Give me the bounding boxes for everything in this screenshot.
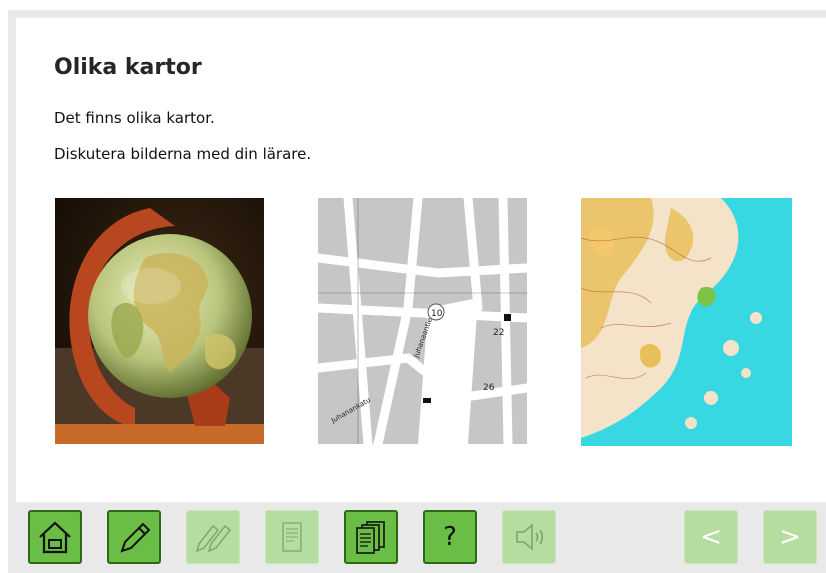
chevron-right-icon: > — [779, 522, 801, 552]
globe-photo — [55, 198, 264, 444]
document-button[interactable] — [265, 510, 319, 564]
instruction-text: Diskutera bilderna med din lärare. — [54, 145, 312, 163]
help-button[interactable]: ? — [423, 510, 477, 564]
intro-text: Det finns olika kartor. — [54, 109, 215, 127]
pages-icon — [351, 517, 391, 557]
home-button[interactable] — [28, 510, 82, 564]
speaker-icon — [509, 517, 549, 557]
chevron-left-icon: < — [700, 522, 722, 552]
street-map: 10 22 26 Juhanankatu Juhanaantie — [318, 198, 527, 444]
map-label: 26 — [483, 383, 495, 393]
audio-button[interactable] — [502, 510, 556, 564]
pencils-icon — [193, 517, 233, 557]
edit-button[interactable] — [107, 510, 161, 564]
pencil-icon — [114, 517, 154, 557]
topographic-map — [581, 198, 792, 446]
pages-button[interactable] — [344, 510, 398, 564]
home-icon — [35, 517, 75, 557]
next-button[interactable]: > — [763, 510, 817, 564]
document-icon — [272, 517, 312, 557]
question-icon: ? — [443, 522, 457, 552]
pencils-button[interactable] — [186, 510, 240, 564]
map-label: 22 — [493, 328, 504, 338]
map-label: 10 — [431, 309, 443, 319]
previous-button[interactable]: < — [684, 510, 738, 564]
page-title: Olika kartor — [54, 55, 202, 80]
